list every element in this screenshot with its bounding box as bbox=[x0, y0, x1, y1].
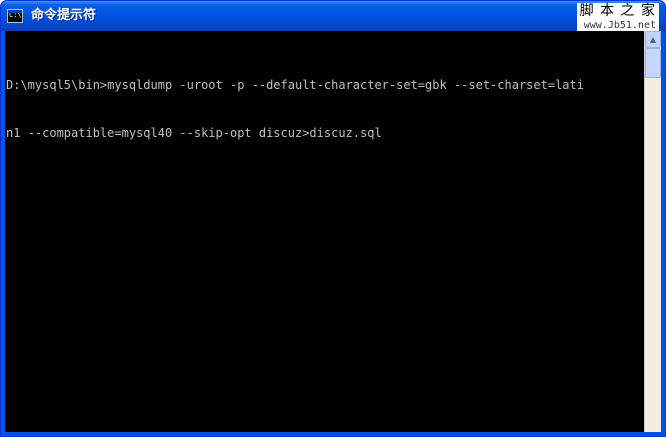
console-output[interactable]: D:\mysql5\bin>mysqldump -uroot -p --defa… bbox=[5, 31, 644, 432]
watermark-url: www.Jb51.net bbox=[583, 20, 656, 31]
watermark-title: 脚 本 之 家 bbox=[579, 3, 656, 19]
scrollbar-thumb[interactable] bbox=[645, 48, 661, 78]
console-app-icon[interactable]: C:\ bbox=[7, 9, 23, 23]
vertical-scrollbar[interactable]: ▲ bbox=[644, 31, 661, 432]
title-bar[interactable]: C:\ 命令提示符 脚 本 之 家 www.Jb51.net bbox=[1, 1, 665, 31]
arrow-up-icon[interactable]: ▲ bbox=[645, 31, 661, 48]
window-title: 命令提示符 bbox=[31, 8, 97, 23]
console-area[interactable]: D:\mysql5\bin>mysqldump -uroot -p --defa… bbox=[5, 31, 661, 432]
console-line: n1 --compatible=mysql40 --skip-opt discu… bbox=[6, 126, 382, 140]
command-prompt-window: C:\ 命令提示符 脚 本 之 家 www.Jb51.net D:\mysql5… bbox=[0, 0, 666, 437]
console-line: D:\mysql5\bin>mysqldump -uroot -p --defa… bbox=[6, 78, 584, 92]
watermark: 脚 本 之 家 www.Jb51.net bbox=[576, 3, 659, 31]
